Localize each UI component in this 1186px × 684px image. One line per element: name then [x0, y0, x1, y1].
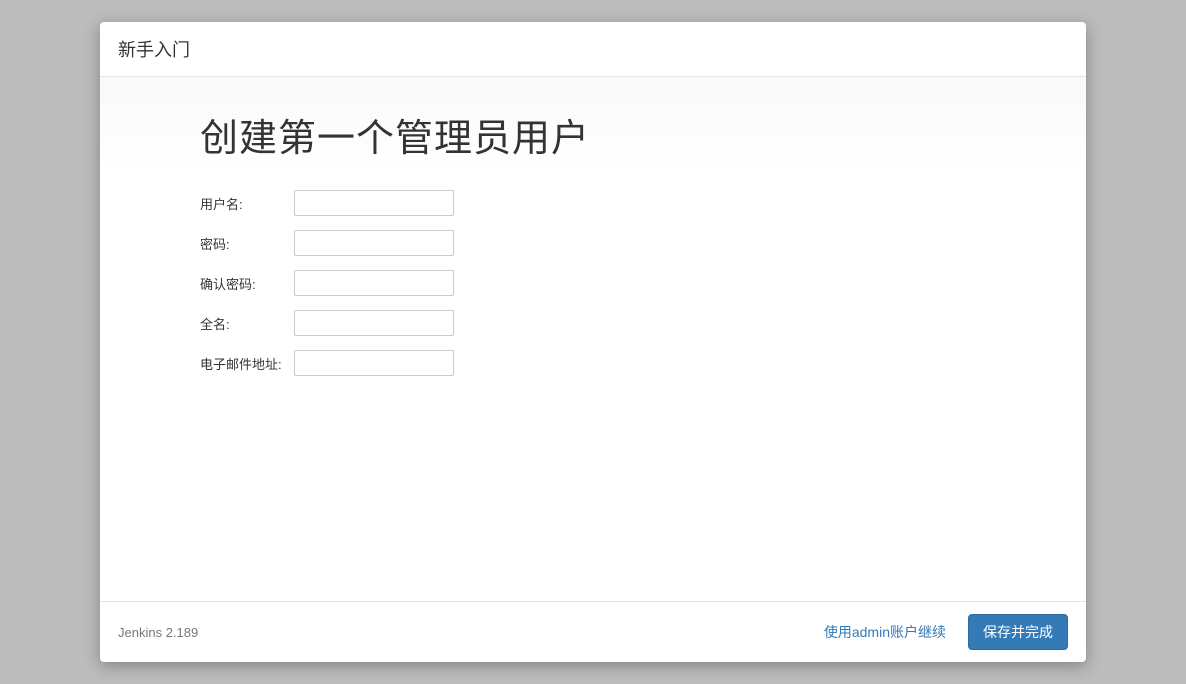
page-title: 创建第一个管理员用户	[200, 107, 986, 162]
setup-wizard-modal: 新手入门 创建第一个管理员用户 用户名: 密码: 确认密码: 全名: 电子邮件地…	[100, 22, 1086, 662]
username-input[interactable]	[294, 190, 454, 216]
save-and-finish-button[interactable]: 保存并完成	[968, 614, 1068, 650]
form-row-username: 用户名:	[200, 190, 986, 216]
form-row-email: 电子邮件地址:	[200, 350, 986, 376]
confirm-password-label: 确认密码:	[200, 274, 294, 293]
modal-title: 新手入门	[118, 40, 190, 60]
confirm-password-input[interactable]	[294, 270, 454, 296]
username-label: 用户名:	[200, 194, 294, 213]
form-row-confirm-password: 确认密码:	[200, 270, 986, 296]
modal-footer: Jenkins 2.189 使用admin账户继续 保存并完成	[100, 601, 1086, 662]
version-label: Jenkins 2.189	[118, 625, 198, 640]
modal-body: 创建第一个管理员用户 用户名: 密码: 确认密码: 全名: 电子邮件地址:	[100, 77, 1086, 601]
modal-header: 新手入门	[100, 22, 1086, 77]
fullname-input[interactable]	[294, 310, 454, 336]
email-label: 电子邮件地址:	[200, 354, 294, 373]
password-label: 密码:	[200, 234, 294, 253]
form-row-fullname: 全名:	[200, 310, 986, 336]
password-input[interactable]	[294, 230, 454, 256]
fullname-label: 全名:	[200, 314, 294, 333]
email-input[interactable]	[294, 350, 454, 376]
form-row-password: 密码:	[200, 230, 986, 256]
skip-admin-button[interactable]: 使用admin账户继续	[810, 614, 960, 650]
